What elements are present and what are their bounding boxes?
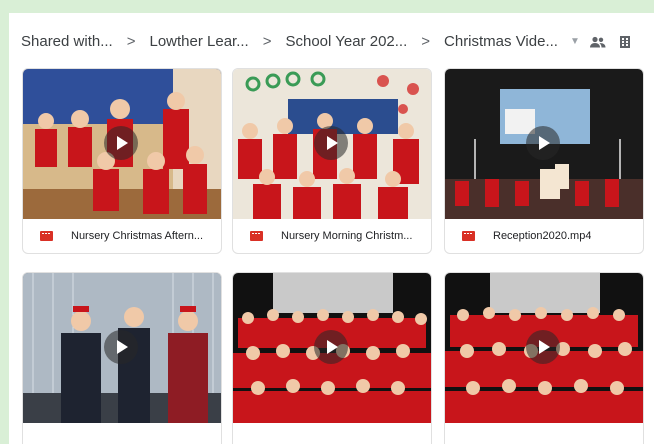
breadcrumb-separator: > — [126, 32, 136, 50]
play-icon[interactable] — [526, 330, 560, 364]
file-card[interactable]: Nursery Christmas Aftern... — [22, 68, 222, 254]
file-footer: Nursery Christmas Aftern... — [23, 219, 221, 253]
dropdown-caret-icon[interactable]: ▼ — [570, 36, 580, 47]
play-icon[interactable] — [314, 126, 348, 160]
breadcrumb-current-folder[interactable]: Christmas Vide... — [444, 33, 558, 50]
file-card[interactable]: Nursery Morning Christm... — [232, 68, 432, 254]
file-footer — [233, 423, 431, 444]
shared-people-icon[interactable] — [589, 35, 606, 48]
play-icon[interactable] — [104, 330, 138, 364]
grid-view-icon[interactable] — [619, 35, 630, 48]
file-card[interactable] — [444, 272, 644, 444]
file-name[interactable]: Nursery Morning Christm... — [281, 230, 412, 242]
play-icon[interactable] — [104, 126, 138, 160]
file-card[interactable] — [232, 272, 432, 444]
breadcrumb-lowther[interactable]: Lowther Lear... — [149, 33, 248, 50]
breadcrumb-separator: > — [421, 32, 431, 50]
file-card[interactable] — [22, 272, 222, 444]
play-icon[interactable] — [526, 126, 560, 160]
file-footer: Nursery Morning Christm... — [233, 219, 431, 253]
file-footer — [23, 423, 221, 444]
video-file-icon — [462, 231, 475, 241]
drive-folder-view: Shared with... > Lowther Lear... > Schoo… — [9, 13, 654, 444]
video-file-icon — [250, 231, 263, 241]
file-footer: Reception2020.mp4 — [445, 219, 643, 253]
breadcrumb: Shared with... > Lowther Lear... > Schoo… — [21, 31, 630, 51]
file-name[interactable]: Reception2020.mp4 — [493, 230, 591, 242]
breadcrumb-separator: > — [262, 32, 272, 50]
breadcrumb-shared-with-me[interactable]: Shared with... — [21, 33, 113, 50]
file-footer — [445, 423, 643, 444]
video-file-icon — [40, 231, 53, 241]
file-card[interactable]: Reception2020.mp4 — [444, 68, 644, 254]
play-icon[interactable] — [314, 330, 348, 364]
file-name[interactable]: Nursery Christmas Aftern... — [71, 230, 203, 242]
breadcrumb-school-year[interactable]: School Year 202... — [285, 33, 407, 50]
